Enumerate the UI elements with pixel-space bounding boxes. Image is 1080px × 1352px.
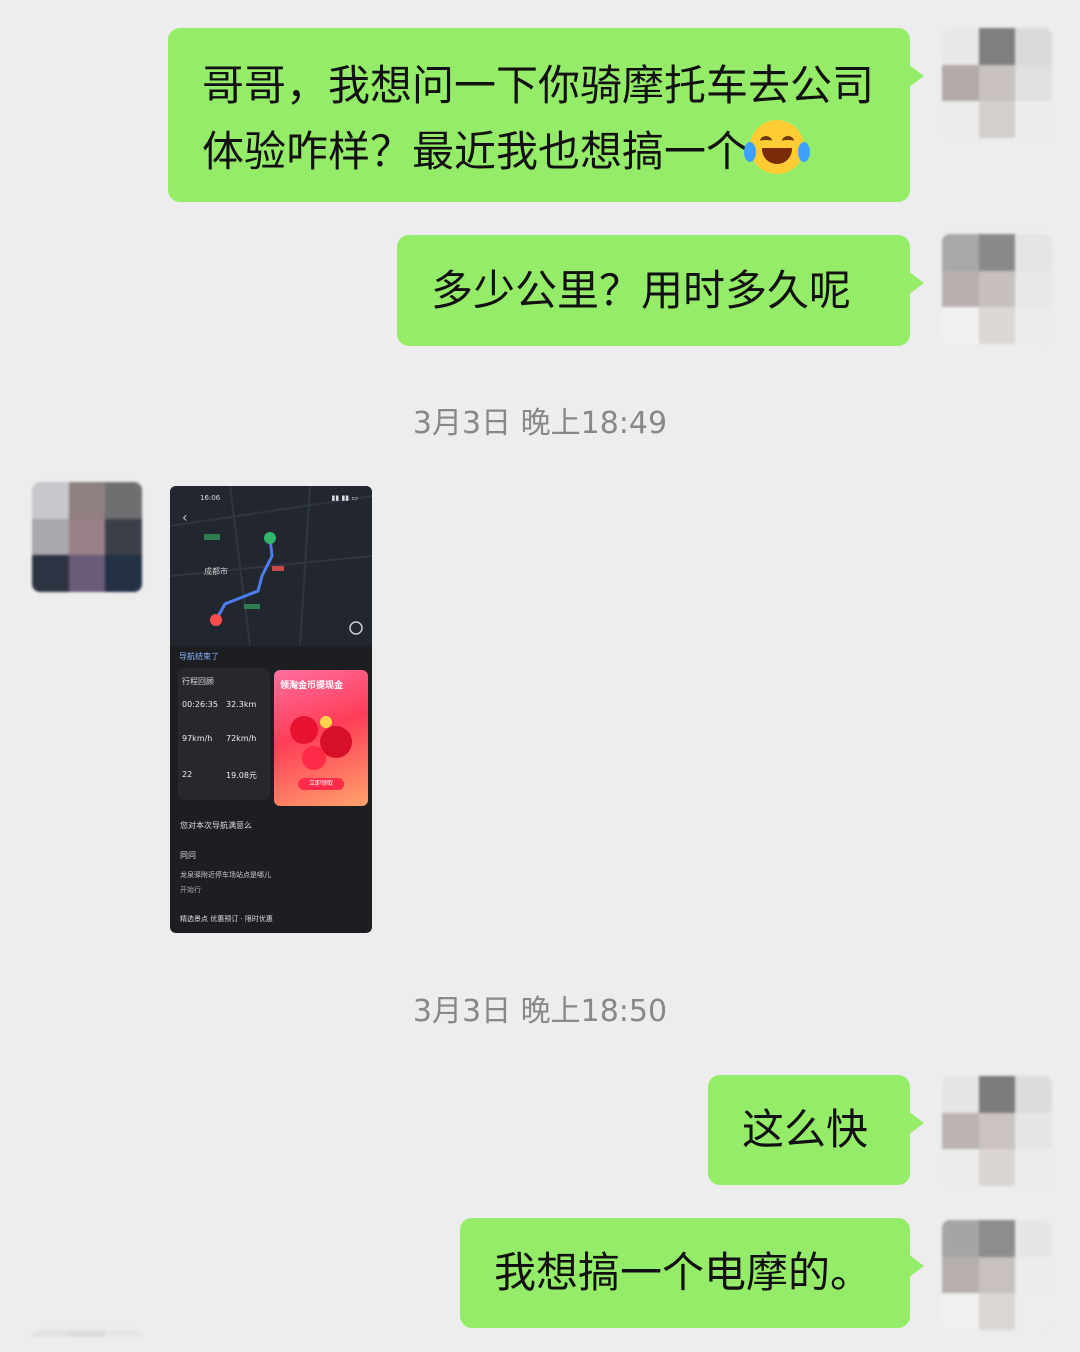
start-marker xyxy=(264,532,276,544)
message-text: 这么快 xyxy=(742,1105,869,1154)
satisfaction-question: 您对本次导航满意么 xyxy=(180,821,252,830)
message-bubble-2[interactable]: 多少公里？用时多久呢 xyxy=(397,235,924,346)
trip-duration: 00:26:35 xyxy=(182,700,218,709)
trip-distance: 32.3km xyxy=(226,700,257,709)
status-time: 16:06 xyxy=(200,494,221,502)
avatar-self-2[interactable] xyxy=(942,234,1052,344)
trip-review-title: 行程回顾 xyxy=(182,677,214,686)
trip-cost: 19.08元 xyxy=(226,771,257,780)
avatar-self-1[interactable] xyxy=(942,28,1052,138)
timestamp-1: 3月3日 晚上18:49 xyxy=(412,406,668,441)
message-text: 多少公里？用时多久呢 xyxy=(431,266,852,315)
trip-avg-speed: 72km/h xyxy=(226,734,257,743)
timestamp-2: 3月3日 晚上18:50 xyxy=(412,994,668,1029)
promo-button: 立即领取 xyxy=(298,778,344,790)
end-marker xyxy=(210,614,222,626)
back-icon: ‹ xyxy=(182,510,188,526)
same-question-title: 同问 xyxy=(180,851,196,860)
trip-max-speed: 97km/h xyxy=(182,734,213,743)
nav-finished-label: 导航结束了 xyxy=(179,652,219,661)
avatar-self-3[interactable] xyxy=(942,1076,1052,1186)
map-city-label: 成都市 xyxy=(204,567,228,576)
trip-count: 22 xyxy=(182,770,193,779)
map-area xyxy=(170,486,372,647)
status-icons: ▮▮ ▮▮ ▭ xyxy=(331,494,358,502)
laugh-cry-emoji-icon xyxy=(744,120,811,174)
trip-review-card: 行程回顾 00:26:35 32.3km 97km/h 72km/h 22 19… xyxy=(178,668,270,800)
promo-banner: 领淘金币提现金 立即领取 xyxy=(274,670,368,806)
same-question-item-2: 开始行 xyxy=(180,886,201,894)
message-bubble-3[interactable]: 这么快 xyxy=(708,1075,924,1185)
route-map xyxy=(170,486,372,647)
message-bubble-4[interactable]: 我想搞一个电摩的。 xyxy=(460,1218,924,1328)
image-message-screenshot[interactable]: 16:06 ▮▮ ▮▮ ▭ ‹ 成都市 导航结束了 行程回顾 00:26:35 … xyxy=(170,486,372,933)
message-text: 我想搞一个电摩的。 xyxy=(494,1248,873,1297)
avatar-contact[interactable] xyxy=(32,482,142,592)
footer-promo-text: 精选景点 优惠预订 · 限时优惠 xyxy=(180,915,273,923)
same-question-item-1: 龙泉驿附近停车场站点是哪儿 xyxy=(180,871,271,879)
message-bubble-1[interactable]: 哥哥，我想问一下你骑摩托车去公司体验咋样？最近我也想搞一个 xyxy=(168,28,924,202)
avatar-contact-partial[interactable] xyxy=(32,1330,142,1352)
avatar-self-4[interactable] xyxy=(942,1220,1052,1330)
